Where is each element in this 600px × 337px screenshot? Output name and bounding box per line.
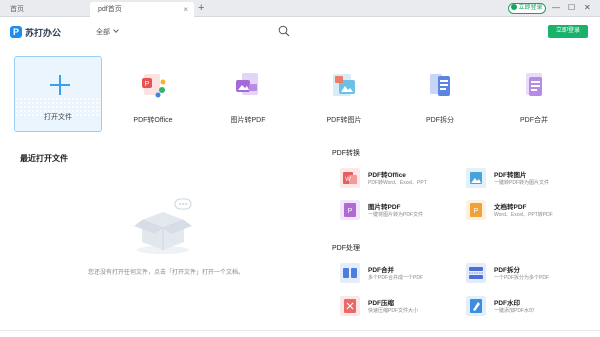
item-pdf-to-image[interactable]: PDF转图片 一键转PDF转为图片文件	[466, 168, 586, 192]
item-pdf-to-office[interactable]: W PDF转Office PDF转Word、Excel、PPT	[340, 168, 460, 192]
filter-dropdown[interactable]: 全部	[96, 27, 119, 37]
process-section-title: PDF处理	[332, 245, 360, 252]
item-desc: 一键将图片转为PDF文件	[368, 212, 424, 218]
filter-label: 全部	[96, 29, 110, 36]
tool-label: 图片转PDF	[230, 117, 266, 124]
plus-icon	[50, 75, 70, 95]
close-window-icon[interactable]: ✕	[584, 2, 591, 14]
item-image-to-pdf[interactable]: P 图片转PDF 一键将图片转为PDF文件	[340, 200, 460, 224]
item-title: 图片转PDF	[368, 204, 401, 211]
pdf-merge-icon	[340, 263, 360, 283]
item-doc-to-pdf[interactable]: P 文档转PDF Word、Excel、PPT转PDF	[466, 200, 586, 224]
titlebar-login-label: 立即登录	[518, 5, 543, 11]
pdf-split-icon	[466, 263, 486, 283]
pdf-to-image-icon	[466, 168, 486, 188]
pdf-compress-icon	[340, 296, 360, 316]
pdf-split-icon	[430, 74, 450, 96]
item-title: PDF拆分	[494, 267, 520, 274]
convert-section-title: PDF转换	[332, 150, 360, 157]
item-desc: 一键添加PDF水印	[494, 308, 535, 314]
tool-label: PDF转Office	[133, 117, 173, 124]
logo-text: 苏打办公	[25, 27, 62, 38]
tab-close-icon[interactable]: ×	[183, 2, 188, 17]
item-title: 文档转PDF	[494, 204, 527, 211]
app-header: P 苏打办公 全部 立即登录	[0, 18, 600, 46]
item-desc: 快速压缩PDF文件大小	[368, 308, 419, 314]
maximize-icon[interactable]: ☐	[568, 2, 575, 14]
titlebar-login-button[interactable]: 立即登录	[508, 3, 546, 14]
pdf-to-office-icon: P	[142, 74, 166, 98]
search-icon[interactable]	[278, 25, 290, 37]
new-tab-button[interactable]: +	[198, 1, 204, 16]
item-pdf-merge[interactable]: PDF合并 多个PDF合并成一个PDF	[340, 263, 460, 287]
item-desc: PDF转Word、Excel、PPT	[368, 180, 427, 186]
item-title: PDF转图片	[494, 172, 527, 179]
svg-text:P: P	[145, 81, 150, 88]
svg-text:P: P	[348, 208, 353, 215]
tool-pdf-merge[interactable]: PDF合并	[494, 70, 574, 125]
item-title: PDF压缩	[368, 300, 394, 307]
item-desc: 多个PDF合并成一个PDF	[368, 275, 424, 281]
open-file-card[interactable]: 打开文件	[14, 56, 102, 132]
tool-pdf-to-image[interactable]: PDF转图片	[304, 70, 384, 125]
tool-label: PDF拆分	[426, 117, 454, 124]
chevron-down-icon	[113, 27, 119, 33]
tool-label: PDF转图片	[326, 117, 362, 124]
bottom-divider	[0, 330, 600, 331]
item-desc: 一键转PDF转为图片文件	[494, 180, 550, 186]
item-title: PDF转Office	[368, 172, 406, 179]
tab-pdf-home-label: pdf首页	[98, 6, 122, 13]
svg-text:W: W	[345, 177, 351, 183]
image-to-pdf-icon	[236, 73, 258, 95]
item-pdf-split[interactable]: PDF拆分 一个PDF拆分为多个PDF	[466, 263, 586, 287]
item-desc: 一个PDF拆分为多个PDF	[494, 275, 550, 281]
tab-pdf-home[interactable]: pdf首页 ×	[90, 2, 194, 17]
minimize-icon[interactable]: —	[552, 2, 560, 14]
recent-files-title: 最近打开文件	[20, 154, 68, 163]
app-logo: P 苏打办公	[10, 25, 61, 39]
tab-home[interactable]: 首页	[2, 2, 88, 17]
svg-text:P: P	[474, 208, 479, 215]
open-file-label: 打开文件	[44, 114, 72, 121]
pdf-to-office-icon: W	[340, 168, 360, 188]
empty-state-text: 您还没有打开任何文件，点击「打开文件」打开一个文档。	[88, 270, 245, 276]
item-pdf-compress[interactable]: PDF压缩 快速压缩PDF文件大小	[340, 296, 460, 320]
tool-pdf-split[interactable]: PDF拆分	[400, 70, 480, 125]
image-to-pdf-icon: P	[340, 200, 360, 220]
tool-label: PDF合并	[520, 117, 548, 124]
avatar-icon	[511, 4, 518, 11]
doc-to-pdf-icon: P	[466, 200, 486, 220]
item-desc: Word、Excel、PPT转PDF	[494, 212, 553, 218]
pdf-to-image-icon	[333, 74, 355, 96]
pdf-watermark-icon	[466, 296, 486, 316]
tool-image-to-pdf[interactable]: 图片转PDF	[208, 70, 288, 125]
title-bar: 首页 pdf首页 × + 立即登录 — ☐ ✕	[0, 0, 600, 17]
item-title: PDF合并	[368, 267, 394, 274]
empty-box-icon	[134, 198, 192, 254]
item-title: PDF水印	[494, 300, 520, 307]
login-now-button[interactable]: 立即登录	[548, 25, 588, 38]
item-pdf-watermark[interactable]: PDF水印 一键添加PDF水印	[466, 296, 586, 320]
tab-home-label: 首页	[10, 6, 24, 13]
tool-pdf-to-office[interactable]: P PDF转Office	[113, 70, 193, 125]
pdf-merge-icon	[526, 73, 542, 96]
logo-icon: P	[10, 26, 22, 38]
